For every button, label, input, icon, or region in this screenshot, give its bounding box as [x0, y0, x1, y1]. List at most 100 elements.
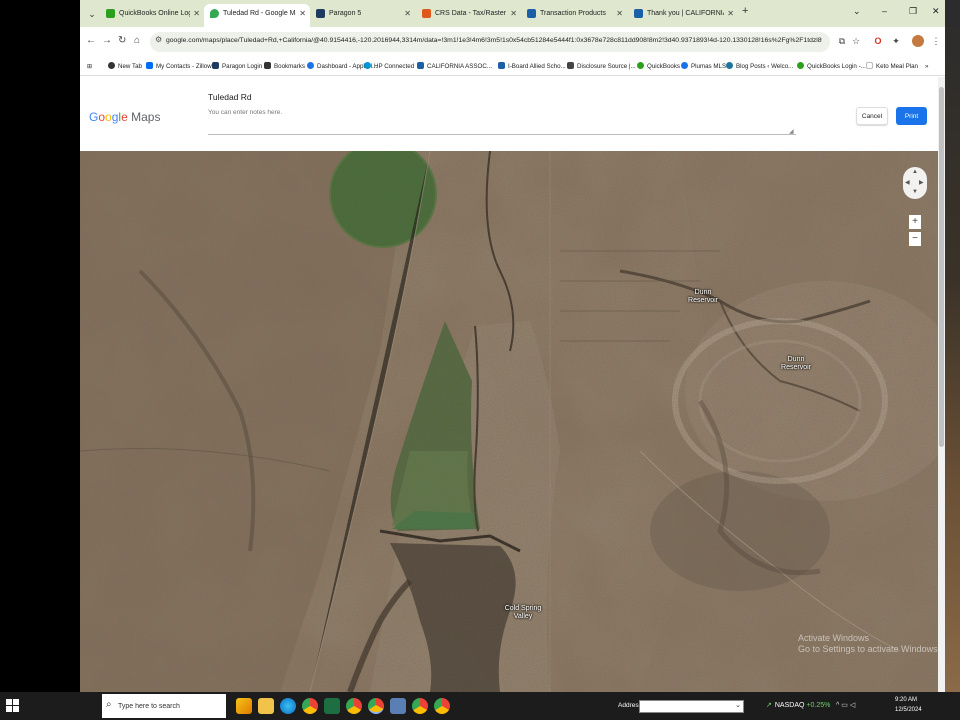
chevron-right-icon[interactable]: ▶ — [919, 179, 924, 186]
app-icon[interactable] — [236, 698, 252, 714]
forward-icon[interactable]: → — [102, 35, 112, 46]
chrome-icon[interactable] — [412, 698, 428, 714]
print-header: Google Maps Tuledad Rd ◢ Cancel Print — [80, 77, 945, 151]
notes-input[interactable] — [208, 109, 796, 135]
close-icon[interactable]: ✕ — [404, 4, 411, 24]
zoom-out-button[interactable]: − — [909, 232, 921, 246]
windows-start-icon[interactable] — [6, 699, 20, 713]
mls-icon — [681, 62, 688, 69]
home-icon[interactable]: ⌂ — [134, 35, 140, 46]
tab-search-button[interactable]: ⌄ — [84, 6, 100, 22]
url-text[interactable]: google.com/maps/place/Tuledad+Rd,+Califo… — [166, 37, 822, 44]
taskbar-clock[interactable]: 9:20 AM 12/5/2024 — [895, 695, 922, 715]
taskbar-search[interactable]: ⌕ — [102, 694, 226, 718]
satellite-map[interactable]: Dunn Reservoir Dunn Reservoir Cold Sprin… — [80, 151, 938, 692]
transaction-icon — [527, 9, 536, 18]
system-tray[interactable]: ^▭◁ — [836, 701, 857, 709]
tab-thank-you[interactable]: Thank you | CALIFORNIA ASSO ✕ — [628, 4, 738, 27]
bookmark-disclosure[interactable]: Disclosure Source |... — [567, 60, 636, 73]
opera-icon[interactable]: O — [872, 35, 884, 47]
avatar[interactable] — [912, 35, 924, 47]
chrome-icon[interactable] — [368, 698, 384, 714]
zoom-in-button[interactable]: + — [909, 215, 921, 229]
bookmark-bookmarks[interactable]: Bookmarks — [264, 60, 305, 73]
maximize-button[interactable]: ❐ — [909, 6, 917, 17]
menu-icon[interactable]: ⋮ — [930, 35, 942, 47]
map-label-dunn-reservoir-upper[interactable]: Dunn Reservoir — [684, 289, 722, 305]
bookmark-keto[interactable]: Keto Meal Plan — [866, 60, 918, 73]
file-explorer-icon[interactable] — [258, 698, 274, 714]
chrome-icon[interactable] — [346, 698, 362, 714]
page-scrollbar[interactable] — [938, 77, 945, 692]
volume-icon[interactable]: ◁ — [850, 702, 857, 709]
resize-handle-icon[interactable]: ◢ — [789, 128, 794, 135]
tab-quickbooks[interactable]: QuickBooks Online Login: Sign ✕ — [100, 4, 204, 27]
bookmark-paragon[interactable]: Paragon Login — [212, 60, 262, 73]
rotate-control[interactable]: ▲ ◀ ▶ ▼ — [903, 167, 927, 199]
close-icon[interactable]: ✕ — [616, 4, 623, 24]
new-tab-button[interactable]: + — [742, 5, 748, 17]
tab-label: CRS Data - Tax/Raster Map — [435, 10, 507, 17]
bookmark-quickbooks[interactable]: QuickBooks — [637, 60, 680, 73]
chrome-icon[interactable] — [434, 698, 450, 714]
network-icon[interactable]: ▭ — [841, 702, 850, 709]
address-bar[interactable]: ⚙ google.com/maps/place/Tuledad+Rd,+Cali… — [150, 32, 830, 52]
close-icon[interactable]: ✕ — [510, 4, 517, 24]
site-info-icon[interactable]: ⚙ — [155, 35, 162, 44]
hp-icon — [364, 62, 371, 69]
bookmark-hp[interactable]: HP Connected — [364, 60, 414, 73]
paragon-icon — [316, 9, 325, 18]
tab-paragon[interactable]: Paragon 5 ✕ — [310, 4, 415, 27]
excel-icon[interactable] — [324, 698, 340, 714]
bookmark-new-tab[interactable]: New Tab — [108, 60, 142, 73]
car-icon — [417, 62, 424, 69]
bookmark-blog[interactable]: Blog Posts ‹ Welco... — [726, 60, 793, 73]
print-button[interactable]: Print — [896, 107, 927, 125]
place-name: Tuledad Rd — [208, 92, 252, 102]
tab-transaction-products[interactable]: Transaction Products ✕ — [521, 4, 627, 27]
more-bookmarks-icon[interactable]: » — [925, 60, 928, 73]
chevron-down-icon[interactable]: ⌄ — [853, 6, 861, 17]
extensions-icon[interactable]: ✦ — [890, 35, 902, 47]
stock-ticker[interactable]: ↗ NASDAQ +0.25% — [766, 701, 830, 709]
close-icon[interactable]: ✕ — [727, 4, 734, 24]
chevron-down-icon[interactable]: ⌄ — [735, 701, 741, 709]
bookmark-zillow[interactable]: My Contacts - Zillow — [146, 60, 212, 73]
disclosure-icon — [567, 62, 574, 69]
bookmark-quickbooks-login[interactable]: QuickBooks Login -... — [797, 60, 866, 73]
reload-icon[interactable]: ↻ — [118, 35, 126, 46]
chevron-down-icon[interactable]: ▼ — [912, 189, 918, 195]
screen: ⌄ QuickBooks Online Login: Sign ✕ Tuleda… — [0, 0, 960, 720]
tab-google-maps[interactable]: Tuledad Rd - Google Maps ✕ — [204, 4, 310, 27]
chevron-up-icon[interactable]: ▲ — [912, 169, 918, 175]
star-icon[interactable]: ☆ — [850, 35, 862, 47]
close-icon[interactable]: ✕ — [193, 4, 200, 24]
stock-trend-icon: ↗ — [766, 702, 772, 709]
address-toolbar-input[interactable]: ⌄ — [639, 700, 744, 713]
chevron-left-icon[interactable]: ◀ — [905, 179, 910, 186]
bookmark-car[interactable]: CALIFORNIA ASSOC... — [417, 60, 492, 73]
star-icon — [264, 62, 271, 69]
cancel-button[interactable]: Cancel — [856, 107, 888, 125]
search-icon: ⌕ — [106, 699, 112, 710]
back-icon[interactable]: ← — [86, 35, 96, 46]
map-label-dunn-reservoir[interactable]: Dunn Reservoir — [777, 356, 815, 372]
bookmark-plumas-mls[interactable]: Plumas MLS — [681, 60, 726, 73]
minimize-button[interactable]: – — [882, 6, 887, 16]
taskbar-search-input[interactable] — [118, 699, 218, 713]
tab-crs-data[interactable]: CRS Data - Tax/Raster Map ✕ — [416, 4, 521, 27]
chrome-icon[interactable] — [302, 698, 318, 714]
taskbar: ⌕ Address ⌄ ↗NASDAQ +0.25% ^▭◁ 9:20 AM 1… — [0, 692, 960, 720]
appfolio-icon — [307, 62, 314, 69]
apps-icon[interactable]: ⊞ — [87, 60, 92, 73]
paragon-icon — [212, 62, 219, 69]
bookmark-iboard[interactable]: I-Board Allied Scho... — [498, 60, 566, 73]
calculator-icon[interactable] — [390, 698, 406, 714]
close-window-button[interactable]: ✕ — [932, 6, 940, 17]
open-in-app-icon[interactable]: ⧉ — [836, 35, 848, 47]
tab-label: Transaction Products — [540, 10, 606, 17]
edge-icon[interactable] — [280, 698, 296, 714]
close-icon[interactable]: ✕ — [299, 4, 306, 24]
scrollbar-thumb[interactable] — [939, 87, 944, 447]
map-label-cold-spring-valley[interactable]: Cold Spring Valley — [498, 605, 548, 621]
